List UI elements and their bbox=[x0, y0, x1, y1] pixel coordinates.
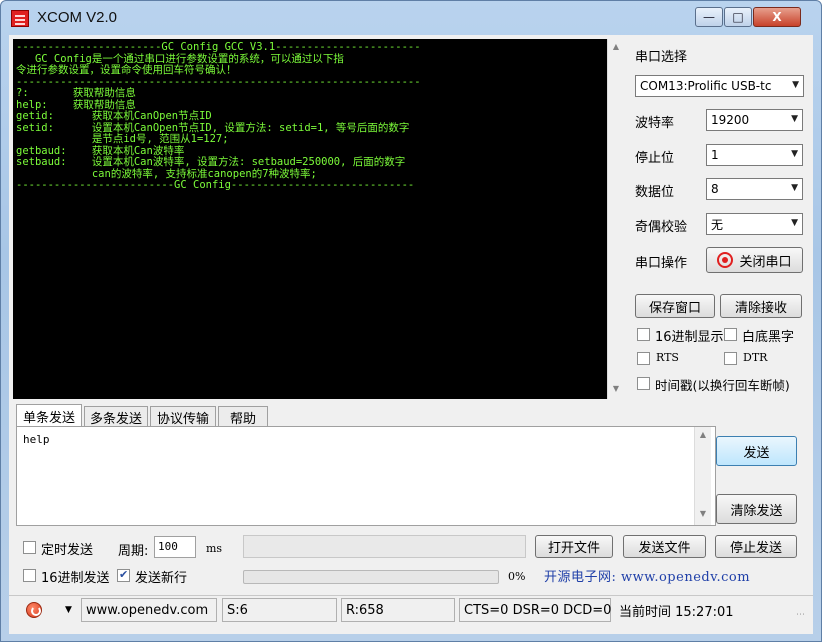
status-sent-count: S:6 bbox=[222, 598, 337, 622]
rts-label: RTS bbox=[656, 351, 679, 364]
tab-multi-send[interactable]: 多条发送 bbox=[84, 406, 148, 427]
send-progress-bar bbox=[243, 570, 499, 584]
tab-single-send[interactable]: 单条发送 bbox=[16, 404, 82, 427]
terminal-line: -------------------------GC Config------… bbox=[16, 179, 415, 191]
promo-link[interactable]: 开源电子网: www.openedv.com bbox=[544, 566, 750, 585]
timed-send-checkbox[interactable] bbox=[23, 541, 36, 554]
status-time: 当前时间 15:27:01 bbox=[615, 598, 791, 622]
open-file-label: 打开文件 bbox=[547, 541, 600, 556]
clear-receive-button[interactable]: 清除接收 bbox=[720, 294, 802, 318]
send-progress-text: 0% bbox=[508, 570, 526, 583]
maximize-button[interactable]: □ bbox=[724, 7, 752, 27]
chevron-down-icon: ▼ bbox=[791, 183, 798, 193]
terminal-line: ?: 获取帮助信息 bbox=[16, 87, 136, 99]
terminal-line: getid: 获取本机CanOpen节点ID bbox=[16, 110, 212, 122]
status-line-states: CTS=0 DSR=0 DCD=0 bbox=[459, 598, 611, 622]
clear-send-label: 清除发送 bbox=[730, 503, 783, 519]
tab-protocol[interactable]: 协议传输 bbox=[150, 406, 216, 427]
white-bg-checkbox[interactable] bbox=[724, 328, 737, 341]
minimize-button[interactable]: — bbox=[695, 7, 723, 27]
send-button[interactable]: 发送 bbox=[716, 436, 797, 466]
hex-send-checkbox[interactable] bbox=[23, 569, 36, 582]
status-received-count: R:658 bbox=[341, 598, 455, 622]
dtr-checkbox[interactable] bbox=[724, 352, 737, 365]
period-label: 周期: bbox=[118, 544, 149, 559]
timestamp-label: 时间戳(以换行回车断帧) bbox=[655, 378, 790, 393]
timed-send-label: 定时发送 bbox=[41, 543, 94, 558]
receive-terminal[interactable]: -----------------------GC Config GCC V3.… bbox=[13, 39, 607, 399]
dtr-label: DTR bbox=[743, 351, 768, 364]
parity-label: 奇偶校验 bbox=[635, 220, 688, 235]
chevron-down-icon: ▼ bbox=[791, 114, 798, 124]
send-input-scrollbar[interactable]: ▲ ▼ bbox=[694, 427, 711, 525]
send-newline-label: 发送新行 bbox=[135, 571, 188, 586]
scroll-up-icon[interactable]: ▲ bbox=[697, 430, 709, 442]
parity-value: 无 bbox=[711, 217, 724, 232]
clear-receive-label: 清除接收 bbox=[734, 300, 787, 316]
send-newline-checkbox[interactable] bbox=[117, 568, 130, 582]
send-input[interactable]: help bbox=[16, 426, 716, 526]
timestamp-checkbox[interactable] bbox=[637, 377, 650, 390]
close-window-button[interactable]: X bbox=[753, 7, 801, 27]
baud-select[interactable]: 19200 ▼ bbox=[706, 109, 803, 131]
save-window-button[interactable]: 保存窗口 bbox=[635, 294, 715, 318]
stop-send-label: 停止发送 bbox=[729, 541, 782, 556]
resize-grip-icon[interactable]: ⋯ bbox=[796, 610, 805, 620]
stop-bits-select[interactable]: 1 ▼ bbox=[706, 144, 803, 166]
baud-value: 19200 bbox=[711, 113, 750, 127]
white-bg-label: 白底黑字 bbox=[742, 330, 795, 345]
maximize-icon: □ bbox=[732, 10, 744, 24]
data-bits-value: 8 bbox=[711, 182, 719, 196]
hex-send-label: 16进制发送 bbox=[41, 571, 110, 586]
terminal-line: -----------------------GC Config GCC V3.… bbox=[16, 41, 421, 53]
send-file-label: 发送文件 bbox=[638, 541, 691, 556]
data-bits-select[interactable]: 8 ▼ bbox=[706, 178, 803, 200]
data-bits-label: 数据位 bbox=[635, 185, 675, 200]
file-path-field bbox=[243, 535, 526, 558]
send-input-text: help bbox=[23, 433, 50, 446]
power-icon[interactable] bbox=[26, 602, 42, 618]
status-url[interactable]: www.openedv.com bbox=[81, 598, 217, 622]
title-bar[interactable]: XCOM V2.0 — □ X bbox=[1, 1, 821, 35]
close-port-button[interactable]: 关闭串口 bbox=[706, 247, 803, 273]
tab-help[interactable]: 帮助 bbox=[218, 406, 268, 427]
red-target-icon bbox=[717, 252, 734, 268]
open-file-button[interactable]: 打开文件 bbox=[535, 535, 613, 558]
scroll-down-icon[interactable]: ▼ bbox=[610, 384, 622, 396]
period-input[interactable]: 100 bbox=[154, 536, 196, 558]
close-port-label: 关闭串口 bbox=[739, 254, 792, 270]
save-window-label: 保存窗口 bbox=[648, 300, 701, 316]
terminal-line: setbaud: 设置本机Can波特率, 设置方法: setbaud=25000… bbox=[16, 156, 406, 168]
scroll-up-icon[interactable]: ▲ bbox=[610, 42, 622, 54]
minimize-icon: — bbox=[703, 10, 715, 24]
port-value: COM13:Prolific USB-tc bbox=[640, 79, 772, 93]
rts-checkbox[interactable] bbox=[637, 352, 650, 365]
stop-bits-label: 停止位 bbox=[635, 151, 675, 166]
send-button-label: 发送 bbox=[743, 445, 770, 461]
terminal-line: 是节点id号, 范围从1=127; bbox=[16, 133, 229, 145]
stop-bits-value: 1 bbox=[711, 148, 719, 162]
parity-select[interactable]: 无 ▼ bbox=[706, 213, 803, 235]
baud-label: 波特率 bbox=[635, 116, 675, 131]
port-select-label: 串口选择 bbox=[635, 50, 688, 65]
clear-send-button[interactable]: 清除发送 bbox=[716, 494, 797, 524]
port-select[interactable]: COM13:Prolific USB-tc ▼ bbox=[635, 75, 804, 97]
terminal-scrollbar[interactable]: ▲ ▼ bbox=[607, 39, 624, 399]
period-unit: ms bbox=[206, 542, 223, 555]
scroll-down-icon[interactable]: ▼ bbox=[697, 509, 709, 521]
xcom-app-icon bbox=[11, 10, 29, 27]
status-menu-chevron-down-icon[interactable]: ▼ bbox=[65, 605, 72, 615]
close-icon: X bbox=[772, 10, 782, 24]
terminal-line: 令进行参数设置，设置命令使用回车符号确认！ bbox=[16, 64, 237, 76]
chevron-down-icon: ▼ bbox=[791, 149, 798, 159]
hex-display-checkbox[interactable] bbox=[637, 328, 650, 341]
stop-send-button[interactable]: 停止发送 bbox=[715, 535, 797, 558]
hex-display-label: 16进制显示 bbox=[655, 330, 724, 345]
window-title: XCOM V2.0 bbox=[37, 9, 118, 26]
chevron-down-icon: ▼ bbox=[792, 80, 799, 90]
port-op-label: 串口操作 bbox=[635, 256, 688, 271]
chevron-down-icon: ▼ bbox=[791, 218, 798, 228]
send-file-button[interactable]: 发送文件 bbox=[623, 535, 706, 558]
